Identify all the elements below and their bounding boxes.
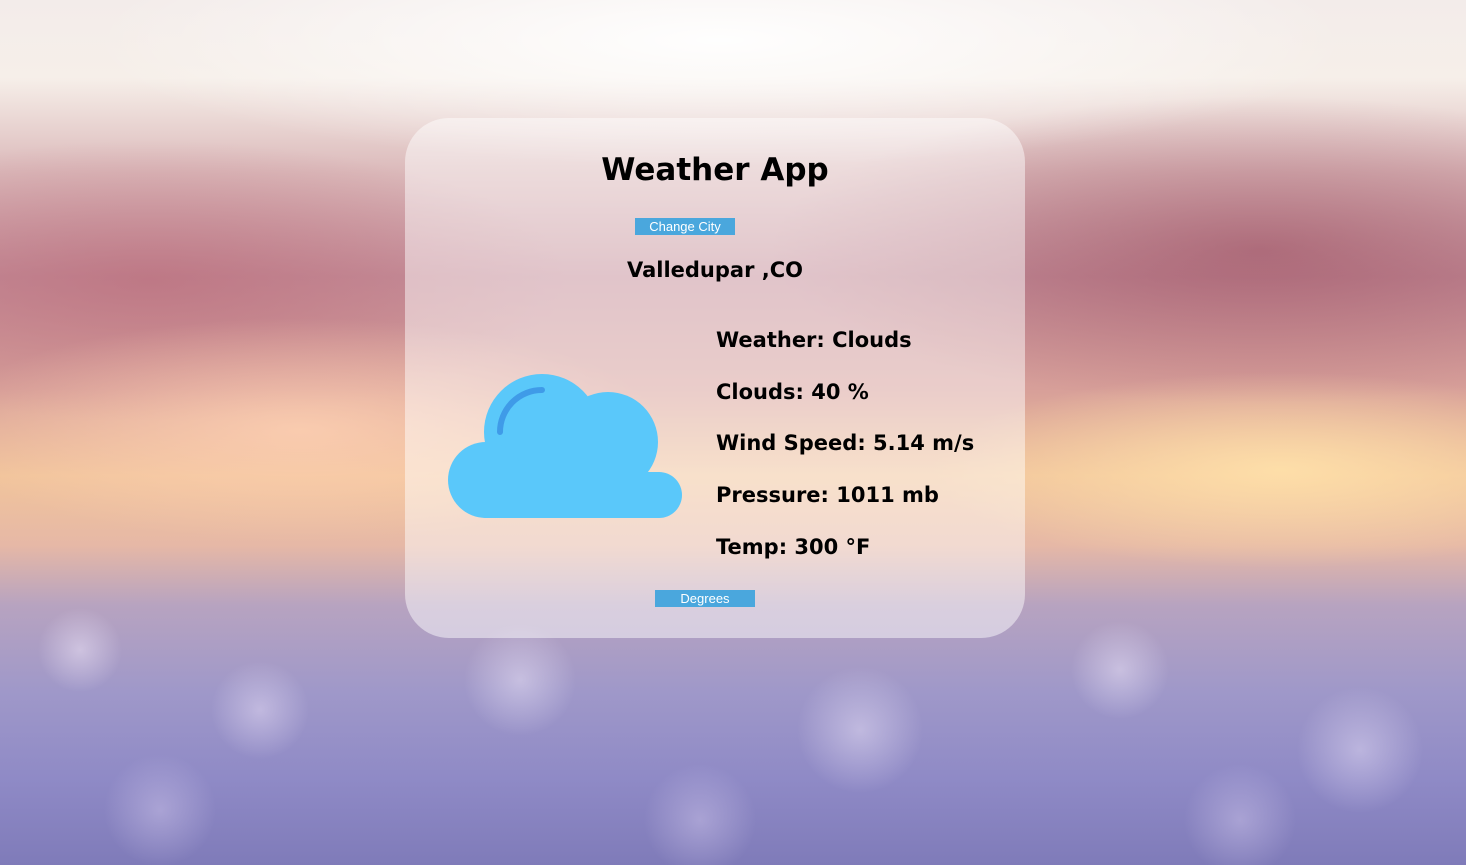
pressure: Pressure: 1011 mb bbox=[716, 483, 939, 507]
app-title: Weather App bbox=[601, 152, 829, 188]
city-name: Valledupar ,CO bbox=[626, 258, 803, 282]
change-city-button[interactable]: Change City bbox=[635, 218, 735, 235]
cloud-coverage: Clouds: 40 % bbox=[716, 380, 869, 404]
weather-condition: Weather: Clouds bbox=[716, 328, 912, 352]
degrees-button[interactable]: Degrees bbox=[655, 590, 755, 607]
temperature: Temp: 300 °F bbox=[716, 535, 871, 559]
cloud-icon-graphic bbox=[448, 374, 682, 518]
wind-speed: Wind Speed: 5.14 m/s bbox=[716, 431, 975, 455]
cloud-icon bbox=[446, 372, 686, 524]
